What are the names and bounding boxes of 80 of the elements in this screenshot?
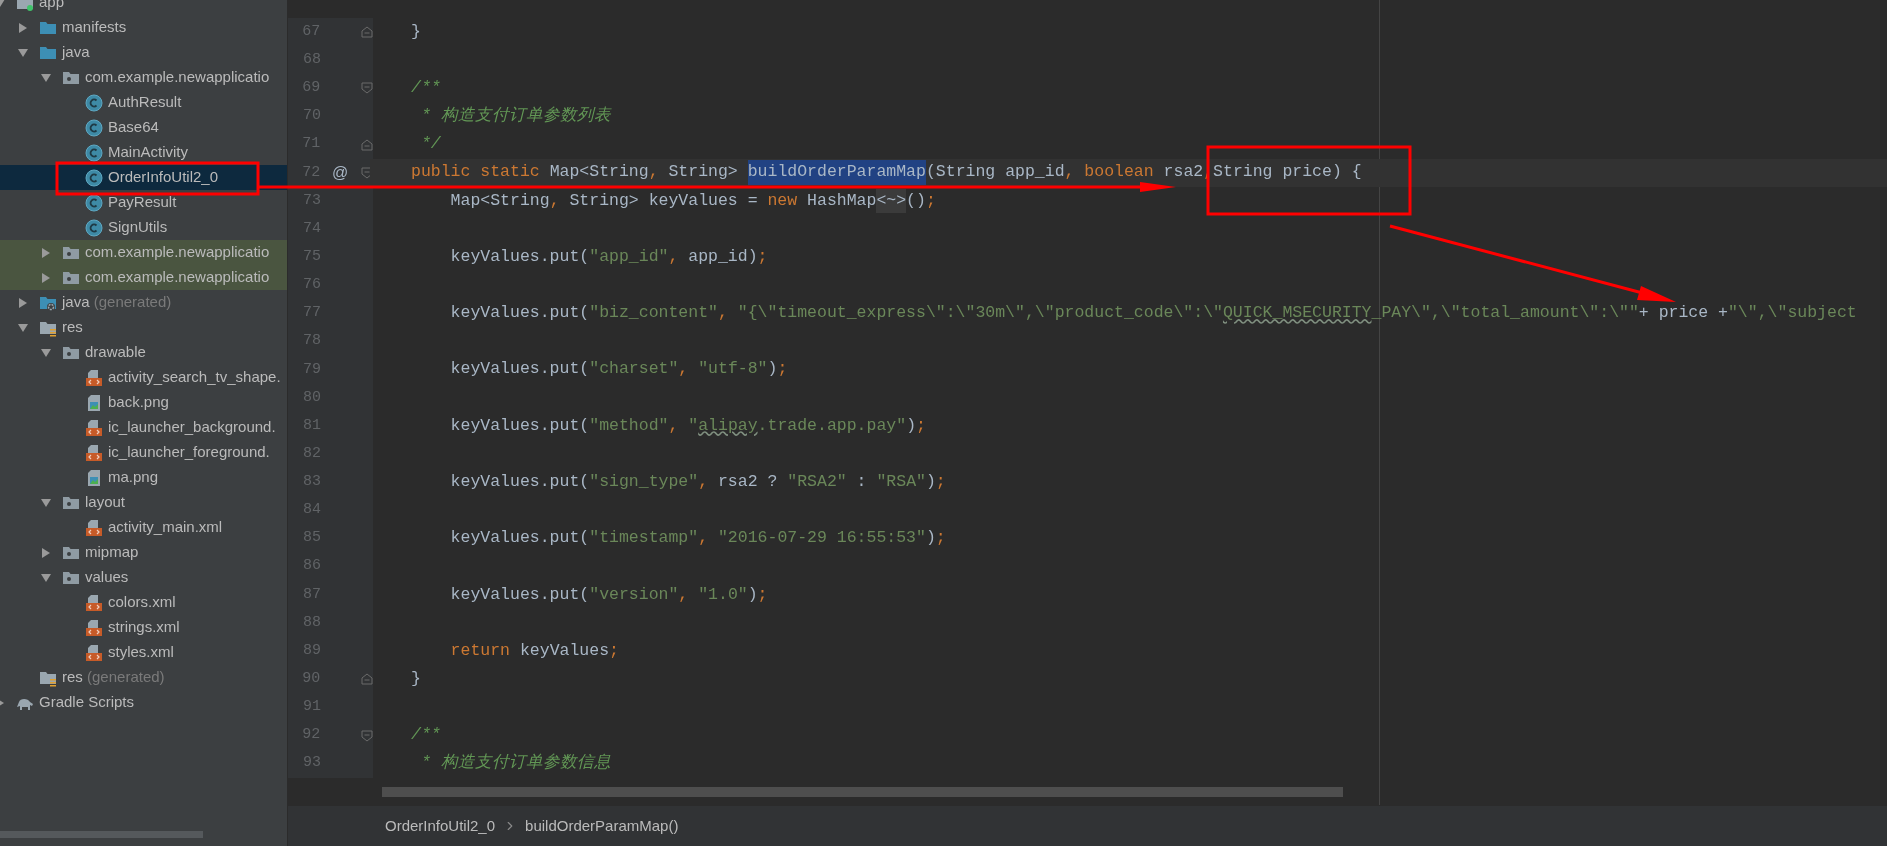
- code-line: keyValues.put("timestamp", "2016-07-29 16:55:53");: [449, 527, 947, 550]
- tree-item[interactable]: com.example.newapplicatio: [0, 240, 287, 265]
- code-line: * 构造支付订单参数信息: [419, 752, 612, 775]
- tree-item[interactable]: java (generated): [0, 290, 287, 315]
- caret-down-icon[interactable]: [41, 347, 51, 358]
- caret-right-icon[interactable]: [18, 22, 28, 33]
- code-line: Map<String, String> keyValues = new HashMap<~>();: [370, 186, 1887, 215]
- class-icon: [85, 143, 103, 162]
- code-line: /**: [410, 724, 442, 747]
- horizontal-scrollbar[interactable]: [382, 787, 1343, 797]
- caret-right-icon[interactable]: [41, 547, 51, 558]
- caret-down-icon[interactable]: [41, 572, 51, 583]
- tree-item[interactable]: res: [0, 315, 287, 340]
- code-line: }: [410, 667, 422, 690]
- tree-item[interactable]: manifests: [0, 15, 287, 40]
- tree-item[interactable]: java: [0, 40, 287, 65]
- tree-item[interactable]: Base64: [0, 115, 287, 140]
- code-line: /**: [410, 76, 442, 99]
- tree-item[interactable]: ma.png: [0, 465, 287, 490]
- tree-item[interactable]: AuthResult: [0, 90, 287, 115]
- caret-down-icon[interactable]: [18, 47, 28, 58]
- class-icon: [85, 218, 103, 237]
- image-file-icon: [85, 468, 103, 487]
- tree-item[interactable]: ic_launcher_background.: [0, 415, 287, 440]
- code-line: keyValues.put("sign_type", rsa2 ? "RSA2" : "RSA");: [449, 470, 947, 493]
- code-line: keyValues.put("biz_content", "{\"timeout_express\":\"30m\",\"product_code\":\"QUICK_MSECURITY_PAY\",\"total_amount\":\""+ price +"\",\"subject: [449, 302, 1858, 325]
- fold-marker-icon[interactable]: [361, 82, 373, 95]
- code-line: * 构造支付订单参数列表: [419, 105, 613, 128]
- code-file-icon: [85, 593, 103, 612]
- image-file-icon: [85, 393, 103, 412]
- caret-down-icon[interactable]: [18, 322, 28, 333]
- caret-right-icon[interactable]: [41, 272, 51, 283]
- code-file-icon: [85, 518, 103, 537]
- tree-item[interactable]: drawable: [0, 340, 287, 365]
- tree-item[interactable]: OrderInfoUtil2_0: [0, 165, 287, 190]
- tree-item[interactable]: res (generated): [0, 665, 287, 690]
- code-line: keyValues.put("method", "alipay.trade.app.pay");: [449, 414, 927, 437]
- code-file-icon: [85, 418, 103, 437]
- tree-item[interactable]: styles.xml: [0, 640, 287, 665]
- breadcrumb-item[interactable]: buildOrderParamMap(): [525, 814, 679, 838]
- code-line: keyValues.put("charset", "utf-8");: [449, 358, 789, 381]
- caret-down-icon[interactable]: [41, 72, 51, 83]
- code-line: }: [410, 20, 422, 43]
- tree-item[interactable]: com.example.newapplicatio: [0, 65, 287, 90]
- code-file-icon: [85, 643, 103, 662]
- tree-item[interactable]: Gradle Scripts: [0, 690, 287, 715]
- class-icon: [85, 168, 103, 187]
- breadcrumb-item[interactable]: OrderInfoUtil2_0: [385, 814, 496, 838]
- code-file-icon: [85, 443, 103, 462]
- class-icon: [85, 118, 103, 137]
- fold-marker-icon[interactable]: [361, 26, 373, 39]
- code-file-icon: [85, 368, 103, 387]
- tree-item[interactable]: colors.xml: [0, 590, 287, 615]
- code-line: keyValues.put("app_id", app_id);: [449, 245, 769, 268]
- fold-marker-icon[interactable]: [361, 138, 373, 151]
- caret-right-icon[interactable]: [41, 247, 51, 258]
- code-line: */: [419, 133, 442, 156]
- tree-item[interactable]: activity_search_tv_shape.: [0, 365, 287, 390]
- class-icon: [85, 193, 103, 212]
- tree-item[interactable]: ic_launcher_foreground.: [0, 440, 287, 465]
- tree-item[interactable]: values: [0, 565, 287, 590]
- caret-right-icon[interactable]: [18, 297, 28, 308]
- tree-item[interactable]: MainActivity: [0, 140, 287, 165]
- fold-marker-icon[interactable]: [361, 729, 373, 742]
- class-icon: [85, 93, 103, 112]
- override-marker[interactable]: @: [332, 160, 349, 185]
- code-line: keyValues.put("version", "1.0");: [449, 583, 769, 606]
- tree-item[interactable]: com.example.newapplicatio: [0, 265, 287, 290]
- tree-item[interactable]: SignUtils: [0, 215, 287, 240]
- tree-item[interactable]: mipmap: [0, 540, 287, 565]
- tree-item[interactable]: layout: [0, 490, 287, 515]
- tree-item[interactable]: activity_main.xml: [0, 515, 287, 540]
- tree-item[interactable]: strings.xml: [0, 615, 287, 640]
- code-line: return keyValues;: [449, 639, 620, 662]
- tree-item[interactable]: PayResult: [0, 190, 287, 215]
- code-file-icon: [85, 618, 103, 637]
- caret-down-icon[interactable]: [41, 497, 51, 508]
- fold-marker-icon[interactable]: [361, 673, 373, 686]
- horizontal-scrollbar[interactable]: [0, 831, 203, 838]
- tree-item[interactable]: back.png: [0, 390, 287, 415]
